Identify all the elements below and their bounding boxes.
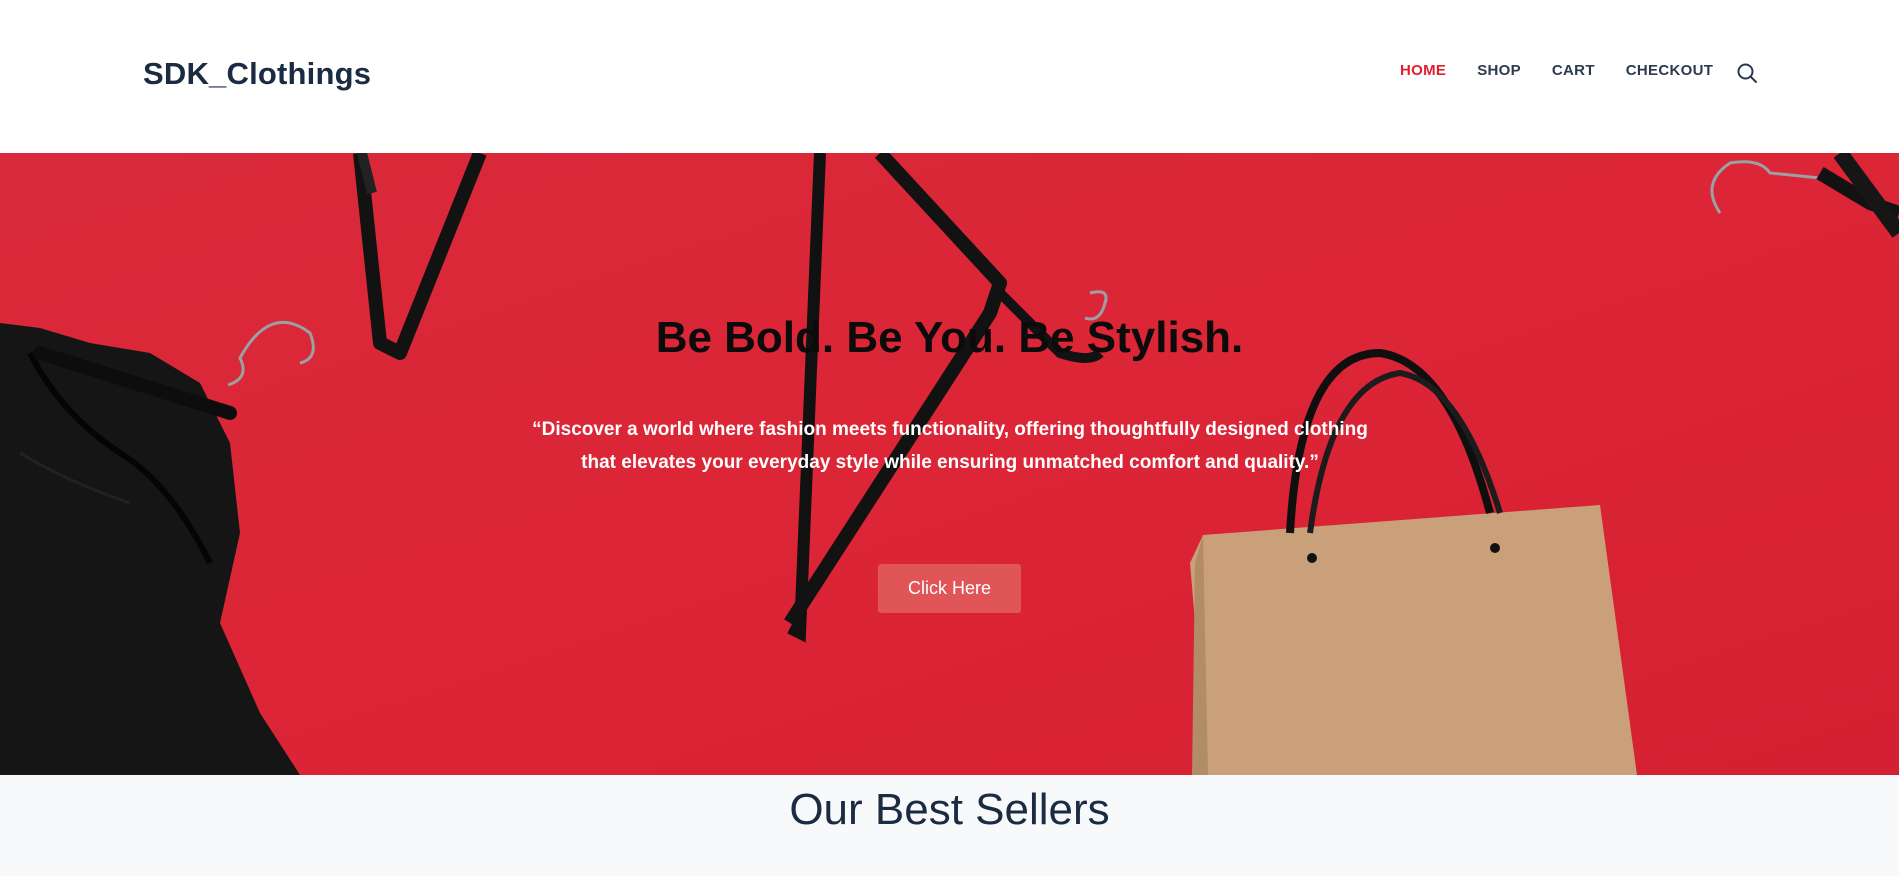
hero-title: Be Bold. Be You. Be Stylish.	[655, 313, 1244, 362]
best-sellers-title: Our Best Sellers	[789, 785, 1110, 834]
nav-item-cart[interactable]: CART	[1552, 62, 1595, 79]
nav-item-home[interactable]: HOME	[1400, 62, 1446, 79]
best-sellers-section: Our Best Sellers	[0, 775, 1899, 876]
hero-banner: Be Bold. Be You. Be Stylish. “Discover a…	[0, 153, 1899, 775]
hero-subtitle-line-1: “Discover a world where fashion meets fu…	[532, 419, 1368, 440]
hero-subtitle-line-2: that elevates your everyday style while …	[581, 452, 1319, 473]
site-logo[interactable]: SDK_Clothings	[143, 56, 371, 92]
main-nav: HOME SHOP CART CHECKOUT	[1400, 62, 1744, 79]
hero-subtitle: “Discover a world where fashion meets fu…	[500, 413, 1400, 479]
click-here-button[interactable]: Click Here	[878, 564, 1021, 613]
nav-item-shop[interactable]: SHOP	[1477, 62, 1521, 79]
nav-item-checkout[interactable]: CHECKOUT	[1626, 62, 1713, 79]
search-icon[interactable]	[1736, 62, 1758, 84]
site-header: SDK_Clothings HOME SHOP CART CHECKOUT	[0, 0, 1899, 153]
